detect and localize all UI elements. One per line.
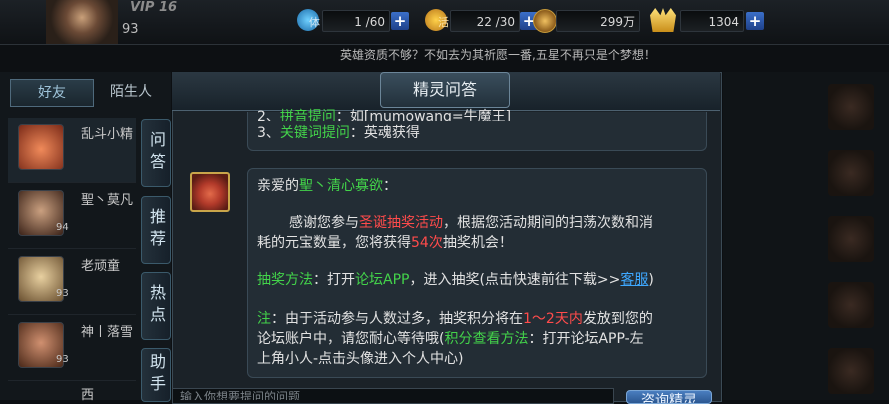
friend-name: 老顽童: [81, 259, 121, 274]
tab-hot[interactable]: 热点: [141, 272, 171, 340]
player-avatar[interactable]: [46, 0, 118, 44]
vitality-value: 22 /30: [450, 10, 520, 32]
note-line-3: 上角小人-点击头像进入个人中心): [257, 351, 464, 367]
hero-portrait: [828, 84, 874, 130]
friend-avatar: [18, 124, 64, 170]
hero-portrait: [828, 348, 874, 394]
friend-row[interactable]: 西: [8, 382, 136, 403]
tab-friends[interactable]: 好友: [10, 79, 94, 107]
tab-strangers[interactable]: 陌生人: [96, 79, 166, 105]
customer-service-link[interactable]: 客服: [620, 272, 648, 288]
tab-recommend[interactable]: 推荐: [141, 196, 171, 264]
stamina-label: 体: [309, 16, 320, 29]
hero-portrait: [828, 282, 874, 328]
friend-name: 聖丶莫凡: [81, 193, 134, 208]
add-gold-button[interactable]: +: [746, 12, 764, 30]
dialog-title: 精灵问答: [380, 72, 510, 108]
player-level: 93: [122, 22, 139, 37]
friend-name: 西: [81, 388, 95, 403]
ask-spirit-button[interactable]: 咨询精灵: [626, 390, 712, 404]
friend-row[interactable]: 老顽童 93: [8, 250, 136, 315]
friend-name: 乱斗小精: [81, 127, 134, 142]
question-input-placeholder: 输入你想要提问的问题: [180, 390, 301, 400]
gold-value: 1304: [680, 10, 744, 32]
friend-row[interactable]: 神丨落雪 93: [8, 316, 136, 381]
tab-helper[interactable]: 助手: [141, 348, 171, 402]
friend-row[interactable]: 聖丶莫凡 94: [8, 184, 136, 249]
previous-line-3: 3、关键词提问：英魂获得: [257, 125, 420, 141]
scrolling-notice: 英雄资质不够？不如去为其祈愿一番,五星不再只是个梦想！: [340, 48, 656, 62]
gold-ingot-icon: [650, 8, 676, 32]
friend-name: 神丨落雪: [81, 325, 134, 340]
add-stamina-button[interactable]: +: [391, 12, 409, 30]
vitality-label: 活: [438, 16, 449, 29]
paragraph-1-line-1: 感谢您参与圣诞抽奖活动，根据您活动期间的扫荡次数和消: [289, 215, 653, 231]
coin-value: 299万: [556, 10, 640, 32]
note-line-1: 注：由于活动参与人数过多，抽奖积分将在1～2天内发放到您的: [257, 311, 653, 327]
paragraph-1-line-2: 耗的元宝数量，您将获得54次抽奖机会！: [257, 235, 513, 251]
npc-avatar: [190, 172, 230, 212]
friend-level: 94: [56, 222, 69, 233]
friend-level: 93: [56, 288, 69, 299]
previous-line-2: 2、拼音提问：如[mumowang=牛魔王]: [257, 109, 512, 121]
friend-row[interactable]: 乱斗小精: [8, 118, 136, 183]
vip-badge: VIP 16: [130, 0, 178, 15]
greeting-line: 亲爱的聖丶清心寡欲：: [257, 178, 397, 194]
tab-qa[interactable]: 问答: [141, 119, 171, 187]
hero-portrait: [828, 216, 874, 262]
stamina-value: 1 /60: [322, 10, 390, 32]
hero-portrait: [828, 150, 874, 196]
coin-icon: [533, 9, 557, 33]
method-line: 抽奖方法：打开论坛APP，进入抽奖(点击快速前往下载>>客服): [257, 272, 654, 288]
note-line-2: 论坛账户中，请您耐心等待哦(积分查看方法：打开论坛APP-左: [257, 331, 644, 347]
friend-level: 93: [56, 354, 69, 365]
